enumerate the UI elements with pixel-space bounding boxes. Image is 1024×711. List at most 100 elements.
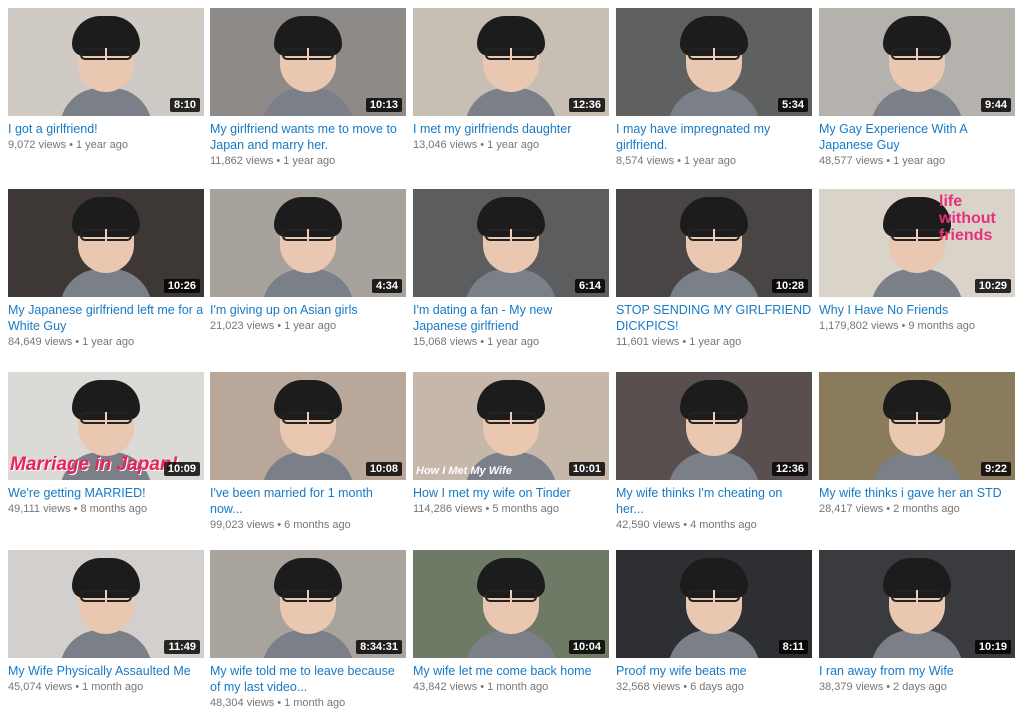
meta-separator: • [480,139,485,151]
video-meta: 84,649 views • 1 year ago [8,335,204,350]
view-count: 99,023 views [210,519,275,531]
video-card[interactable]: Marriage in Japan! 10:09 We're getting M… [8,372,204,517]
video-title-link[interactable]: I may have impregnated my girlfriend. [616,121,812,153]
view-count: 1,179,802 views [819,320,899,332]
video-card[interactable]: 8:11 Proof my wife beats me 32,568 views… [616,550,812,695]
video-card[interactable]: 10:28 STOP SENDING MY GIRLFRIEND DICKPIC… [616,189,812,350]
video-thumbnail[interactable]: 12:36 [616,372,812,480]
video-title-link[interactable]: My wife thinks i gave her an STD [819,485,1015,501]
video-title-link[interactable]: I met my girlfriends daughter [413,121,609,137]
video-meta: 45,074 views • 1 month ago [8,680,204,695]
video-meta: 8,574 views • 1 year ago [616,154,812,169]
video-card[interactable]: 11:49 My Wife Physically Assaulted Me 45… [8,550,204,695]
upload-age: 1 year ago [283,155,336,167]
video-thumbnail[interactable]: Marriage in Japan! 10:09 [8,372,204,480]
video-card[interactable]: 12:36 My wife thinks I'm cheating on her… [616,372,812,533]
upload-age: 1 year ago [487,336,540,348]
video-card[interactable]: 10:04 My wife let me come back home 43,8… [413,550,609,695]
upload-age: 1 year ago [487,139,540,151]
video-card[interactable]: life without friends 10:29 Why I Have No… [819,189,1015,334]
video-title-link[interactable]: My girlfriend wants me to move to Japan … [210,121,406,153]
video-title-link[interactable]: Proof my wife beats me [616,663,812,679]
video-card[interactable]: 10:26 My Japanese girlfriend left me for… [8,189,204,350]
video-thumbnail[interactable]: 6:14 [413,189,609,297]
meta-separator: • [886,155,891,167]
video-thumbnail[interactable]: 12:36 [413,8,609,116]
upload-age: 1 year ago [75,139,128,151]
video-title-link[interactable]: I'm dating a fan - My new Japanese girlf… [413,302,609,334]
video-card[interactable]: 8:34:31 My wife told me to leave because… [210,550,406,711]
upload-age: 8 months ago [80,503,148,515]
view-count: 49,111 views [8,503,71,515]
upload-age: 6 months ago [284,519,351,531]
video-card[interactable]: 6:14 I'm dating a fan - My new Japanese … [413,189,609,350]
upload-age: 9 months ago [908,320,976,332]
view-count: 114,286 views [413,503,483,515]
video-thumbnail[interactable]: 9:44 [819,8,1015,116]
video-title-link[interactable]: My wife let me come back home [413,663,609,679]
video-title-link[interactable]: My wife told me to leave because of my l… [210,663,406,695]
thumbnail-person [668,380,760,480]
thumbnail-person [668,16,760,116]
meta-separator: • [683,519,688,531]
video-title-link[interactable]: Why I Have No Friends [819,302,1015,318]
video-duration: 10:19 [974,640,1011,654]
view-count: 45,074 views [8,681,73,693]
video-card[interactable]: 10:08 I've been married for 1 month now.… [210,372,406,533]
video-duration: 5:34 [777,98,808,112]
video-card[interactable]: 5:34 I may have impregnated my girlfrien… [616,8,812,169]
video-thumbnail[interactable]: 5:34 [616,8,812,116]
video-card[interactable]: How I Met My Wife 10:01 How I met my wif… [413,372,609,517]
video-meta: 9,072 views • 1 year ago [8,138,204,153]
thumbnail-person [60,197,152,297]
video-card[interactable]: 12:36 I met my girlfriends daughter 13,0… [413,8,609,153]
video-card[interactable]: 4:34 I'm giving up on Asian girls 21,023… [210,189,406,334]
video-card[interactable]: 8:10 I got a girlfriend! 9,072 views • 1 y… [8,8,204,153]
video-duration: 4:34 [371,279,402,293]
video-title-link[interactable]: I've been married for 1 month now... [210,485,406,517]
video-duration: 10:04 [568,640,605,654]
video-thumbnail[interactable]: 10:08 [210,372,406,480]
video-meta: 49,111 views • 8 months ago [8,502,204,517]
video-thumbnail[interactable]: 10:19 [819,550,1015,658]
thumbnail-person [668,197,760,297]
video-thumbnail[interactable]: 8:34:31 [210,550,406,658]
video-card[interactable]: 9:44 My Gay Experience With A Japanese G… [819,8,1015,169]
thumbnail-overlay-text: How I Met My Wife [416,465,512,477]
video-title-link[interactable]: I'm giving up on Asian girls [210,302,406,318]
meta-separator: • [886,681,891,693]
thumbnail-person [871,380,963,480]
view-count: 38,379 views [819,681,884,693]
video-title-link[interactable]: How I met my wife on Tinder [413,485,609,501]
video-thumbnail[interactable]: 4:34 [210,189,406,297]
thumbnail-person [871,16,963,116]
thumbnail-person [262,16,354,116]
upload-age: 1 month ago [82,681,144,693]
video-card[interactable]: 9:22 My wife thinks i gave her an STD 28… [819,372,1015,517]
video-thumbnail[interactable]: 10:13 [210,8,406,116]
video-meta: 48,304 views • 1 month ago [210,696,406,711]
video-card[interactable]: 10:19 I ran away from my Wife 38,379 vie… [819,550,1015,695]
video-thumbnail[interactable]: 10:28 [616,189,812,297]
video-thumbnail[interactable]: 8:10 [8,8,204,116]
video-thumbnail[interactable]: 8:11 [616,550,812,658]
view-count: 28,417 views [819,503,884,515]
video-title-link[interactable]: My Japanese girlfriend left me for a Whi… [8,302,204,334]
video-title-link[interactable]: My wife thinks I'm cheating on her... [616,485,812,517]
video-thumbnail[interactable]: life without friends 10:29 [819,189,1015,297]
video-title-link[interactable]: I got a girlfriend! [8,121,204,137]
video-thumbnail[interactable]: 10:04 [413,550,609,658]
video-title-link[interactable]: I ran away from my Wife [819,663,1015,679]
video-meta: 15,068 views • 1 year ago [413,335,609,350]
video-title-link[interactable]: STOP SENDING MY GIRLFRIEND DICKPICS! [616,302,812,334]
meta-separator: • [886,503,891,515]
video-thumbnail[interactable]: 9:22 [819,372,1015,480]
video-card[interactable]: 10:13 My girlfriend wants me to move to … [210,8,406,169]
video-thumbnail[interactable]: How I Met My Wife 10:01 [413,372,609,480]
video-title-link[interactable]: My Wife Physically Assaulted Me [8,663,204,679]
video-title-link[interactable]: My Gay Experience With A Japanese Guy [819,121,1015,153]
video-thumbnail[interactable]: 10:26 [8,189,204,297]
video-title-link[interactable]: We're getting MARRIED! [8,485,204,501]
video-duration: 10:29 [974,279,1011,293]
video-thumbnail[interactable]: 11:49 [8,550,204,658]
